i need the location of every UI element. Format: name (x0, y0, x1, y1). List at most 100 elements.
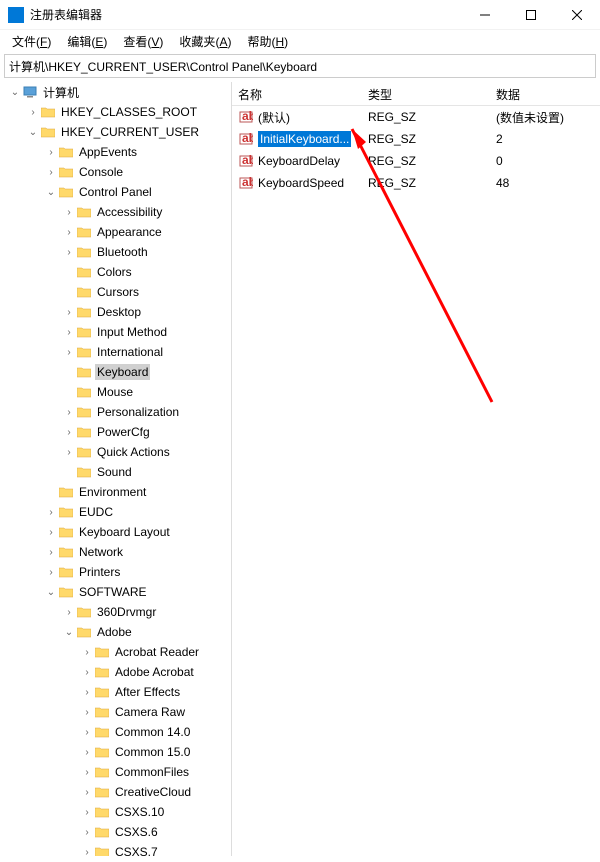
expand-icon[interactable]: › (62, 407, 76, 418)
expand-icon[interactable]: › (62, 607, 76, 618)
expand-icon[interactable]: › (80, 827, 94, 838)
expand-icon[interactable]: › (62, 327, 76, 338)
tree-node-bt[interactable]: › Bluetooth (0, 242, 231, 262)
expand-icon[interactable]: › (44, 547, 58, 558)
menu-view[interactable]: 查看(V) (115, 31, 171, 52)
expand-icon[interactable]: ⌄ (26, 127, 40, 138)
tree-node-keyboard[interactable]: ·Keyboard (0, 362, 231, 382)
tree-node-input[interactable]: ›Input Method (0, 322, 231, 342)
expand-icon[interactable]: › (80, 687, 94, 698)
tree-node-quick[interactable]: ›Quick Actions (0, 442, 231, 462)
expand-icon[interactable]: › (80, 647, 94, 658)
expand-icon[interactable]: · (62, 387, 76, 398)
tree-node-eudc[interactable]: ›EUDC (0, 502, 231, 522)
tree-node-env[interactable]: ·Environment (0, 482, 231, 502)
value-name: KeyboardDelay (258, 154, 340, 168)
tree-node-drv[interactable]: ›360Drvmgr (0, 602, 231, 622)
expand-icon[interactable]: · (62, 267, 76, 278)
tree-node-appear[interactable]: ›Appearance (0, 222, 231, 242)
expand-icon[interactable]: › (80, 747, 94, 758)
tree-node-appev[interactable]: ›AppEvents (0, 142, 231, 162)
tree-node-ar[interactable]: ›Acrobat Reader (0, 642, 231, 662)
expand-icon[interactable]: › (62, 307, 76, 318)
tree-node-mouse[interactable]: ·Mouse (0, 382, 231, 402)
tree-node-csxs10[interactable]: ›CSXS.10 (0, 802, 231, 822)
maximize-button[interactable] (508, 0, 554, 30)
tree-node-intl[interactable]: ›International (0, 342, 231, 362)
menu-edit[interactable]: 编辑(E) (59, 31, 115, 52)
tree-node-kblayout[interactable]: ›Keyboard Layout (0, 522, 231, 542)
list-row[interactable]: abInitialKeyboard...REG_SZ2 (232, 128, 600, 150)
value-data: 2 (490, 130, 600, 148)
tree-label: Bluetooth (95, 244, 150, 260)
menu-favorites[interactable]: 收藏夹(A) (171, 31, 239, 52)
list-row[interactable]: abKeyboardSpeedREG_SZ48 (232, 172, 600, 194)
expand-icon[interactable]: › (44, 507, 58, 518)
tree-view[interactable]: ⌄计算机›HKEY_CLASSES_ROOT⌄HKEY_CURRENT_USER… (0, 82, 232, 856)
expand-icon[interactable]: › (62, 427, 76, 438)
tree-node-printers[interactable]: ›Printers (0, 562, 231, 582)
tree-node-cc[interactable]: ›CreativeCloud (0, 782, 231, 802)
tree-node-software[interactable]: ⌄SOFTWARE (0, 582, 231, 602)
expand-icon[interactable]: › (44, 527, 58, 538)
list-row[interactable]: abKeyboardDelayREG_SZ0 (232, 150, 600, 172)
folder-icon (94, 825, 110, 839)
expand-icon[interactable]: › (80, 787, 94, 798)
tree-node-sound[interactable]: ·Sound (0, 462, 231, 482)
tree-node-adobe[interactable]: ⌄Adobe (0, 622, 231, 642)
tree-node-cp[interactable]: ⌄Control Panel (0, 182, 231, 202)
expand-icon[interactable]: · (62, 287, 76, 298)
tree-node-hkcu[interactable]: ⌄HKEY_CURRENT_USER (0, 122, 231, 142)
expand-icon[interactable]: › (80, 707, 94, 718)
column-name[interactable]: 名称 (232, 82, 362, 105)
tree-node-acc[interactable]: ›Accessibility (0, 202, 231, 222)
menu-file[interactable]: 文件(F) (4, 31, 59, 52)
expand-icon[interactable]: › (44, 567, 58, 578)
tree-node-cr[interactable]: ›Camera Raw (0, 702, 231, 722)
tree-node-power[interactable]: ›PowerCfg (0, 422, 231, 442)
minimize-button[interactable] (462, 0, 508, 30)
expand-icon[interactable]: · (62, 367, 76, 378)
tree-node-root[interactable]: ⌄计算机 (0, 82, 231, 102)
tree-node-aa[interactable]: ›Adobe Acrobat (0, 662, 231, 682)
tree-node-cursors[interactable]: ·Cursors (0, 282, 231, 302)
tree-node-ae[interactable]: ›After Effects (0, 682, 231, 702)
tree-node-pers[interactable]: ›Personalization (0, 402, 231, 422)
expand-icon[interactable]: › (44, 147, 58, 158)
tree-node-cf[interactable]: ›CommonFiles (0, 762, 231, 782)
tree-node-hkcr[interactable]: ›HKEY_CLASSES_ROOT (0, 102, 231, 122)
expand-icon[interactable]: ⌄ (8, 87, 22, 98)
expand-icon[interactable]: › (62, 227, 76, 238)
expand-icon[interactable]: › (62, 207, 76, 218)
expand-icon[interactable]: › (62, 447, 76, 458)
expand-icon[interactable]: › (80, 807, 94, 818)
tree-node-c15[interactable]: ›Common 15.0 (0, 742, 231, 762)
column-data[interactable]: 数据 (490, 82, 600, 105)
tree-node-csxs6[interactable]: ›CSXS.6 (0, 822, 231, 842)
tree-node-c14[interactable]: ›Common 14.0 (0, 722, 231, 742)
expand-icon[interactable]: › (62, 347, 76, 358)
address-bar[interactable]: 计算机\HKEY_CURRENT_USER\Control Panel\Keyb… (4, 54, 596, 78)
expand-icon[interactable]: ⌄ (44, 587, 58, 598)
tree-node-console[interactable]: ›Console (0, 162, 231, 182)
close-button[interactable] (554, 0, 600, 30)
tree-node-colors[interactable]: ·Colors (0, 262, 231, 282)
menu-help[interactable]: 帮助(H) (239, 31, 296, 52)
expand-icon[interactable]: › (80, 847, 94, 857)
expand-icon[interactable]: › (26, 107, 40, 118)
expand-icon[interactable]: › (80, 667, 94, 678)
expand-icon[interactable]: ⌄ (44, 187, 58, 198)
expand-icon[interactable]: · (62, 467, 76, 478)
tree-node-desktop[interactable]: ›Desktop (0, 302, 231, 322)
expand-icon[interactable]: › (80, 767, 94, 778)
expand-icon[interactable]: · (44, 487, 58, 498)
list-row[interactable]: ab(默认)REG_SZ(数值未设置) (232, 106, 600, 128)
expand-icon[interactable]: › (80, 727, 94, 738)
expand-icon[interactable]: › (62, 247, 76, 258)
expand-icon[interactable]: ⌄ (62, 627, 76, 638)
column-type[interactable]: 类型 (362, 82, 490, 105)
tree-node-csxs7[interactable]: ›CSXS.7 (0, 842, 231, 856)
folder-icon (76, 205, 92, 219)
tree-node-network[interactable]: ›Network (0, 542, 231, 562)
expand-icon[interactable]: › (44, 167, 58, 178)
